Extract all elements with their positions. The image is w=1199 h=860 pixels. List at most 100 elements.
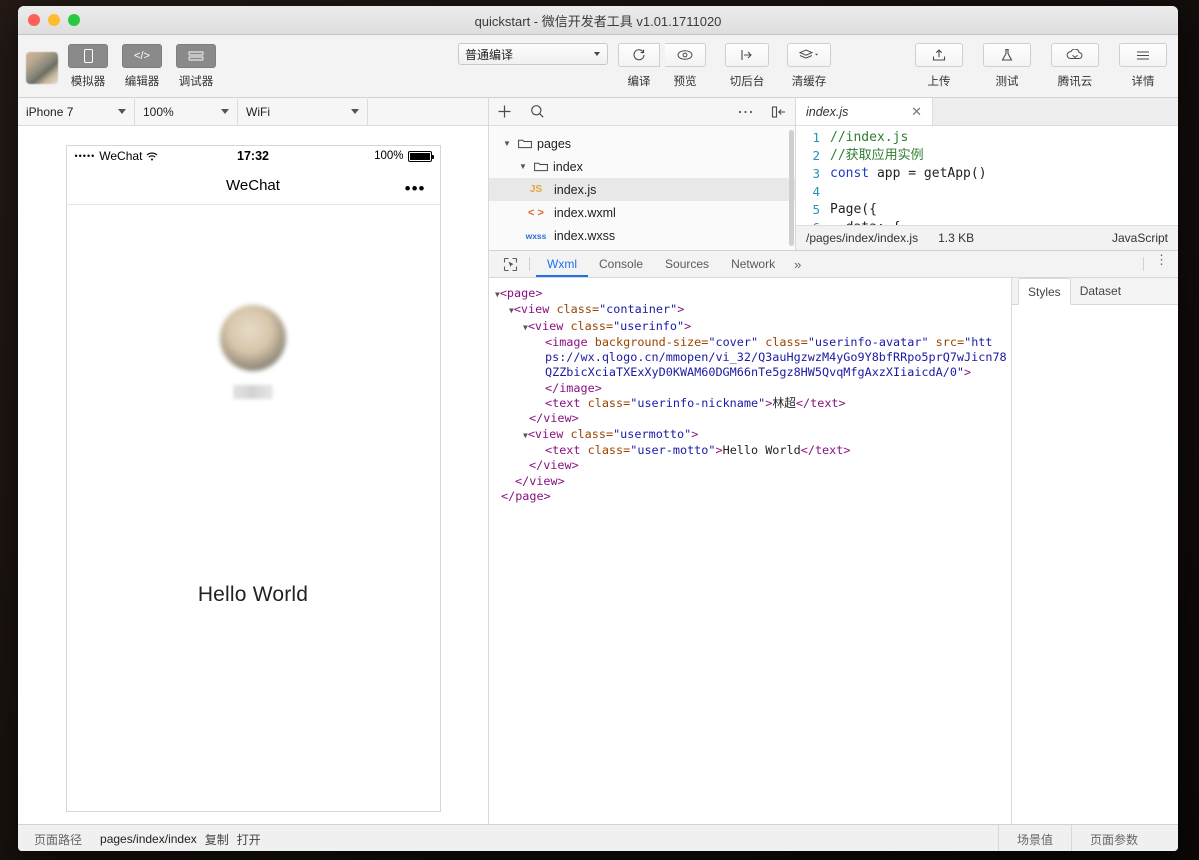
tree-node-index-js[interactable]: JS index.js bbox=[489, 178, 795, 201]
compile-label: 编译 bbox=[628, 73, 651, 89]
code-area[interactable]: 1//index.js 2//获取应用实例 3const app = getAp… bbox=[796, 126, 1178, 225]
code-line: 2//获取应用实例 bbox=[796, 147, 1178, 165]
wxml-value: "container" bbox=[599, 302, 677, 316]
page-params-button[interactable]: 页面参数 bbox=[1071, 825, 1156, 851]
toggle-debugger-button[interactable]: 调试器 bbox=[172, 44, 220, 89]
tree-node-index-wxml[interactable]: < > index.wxml bbox=[489, 201, 795, 224]
app-window: quickstart - 微信开发者工具 v1.01.1711020 模拟器 <… bbox=[18, 6, 1178, 851]
tencent-cloud-button[interactable]: 腾讯云 bbox=[1050, 43, 1100, 89]
tree-node-pages[interactable]: ▼ pages bbox=[489, 132, 795, 155]
wxml-line: ▼<page> bbox=[495, 286, 1011, 302]
right-column: ▼ pages ▼ index bbox=[489, 98, 1178, 824]
code-line: 3const app = getApp() bbox=[796, 165, 1178, 183]
chevron-down-icon[interactable]: ▼ bbox=[517, 162, 529, 171]
toggle-simulator-label: 模拟器 bbox=[71, 73, 106, 89]
wxml-tag: > bbox=[691, 427, 698, 441]
code-text: data: { bbox=[830, 219, 900, 225]
network-select[interactable]: WiFi bbox=[238, 99, 368, 125]
toggle-simulator-button[interactable]: 模拟器 bbox=[64, 44, 112, 89]
wxml-tag: <view bbox=[528, 319, 571, 333]
phone-nav-bar: WeChat ••• bbox=[67, 166, 440, 205]
copy-link[interactable]: 复制 bbox=[205, 831, 229, 848]
compile-button[interactable]: 编译 bbox=[616, 43, 662, 89]
devtools-more-tabs[interactable]: » bbox=[786, 257, 809, 272]
details-button[interactable]: 详情 bbox=[1118, 43, 1168, 89]
phone-menu-icon[interactable]: ••• bbox=[405, 179, 426, 199]
inspect-element-icon[interactable] bbox=[497, 257, 523, 272]
background-button[interactable]: 切后台 bbox=[724, 43, 770, 89]
close-icon[interactable]: ✕ bbox=[911, 104, 922, 120]
chevron-down-icon bbox=[221, 109, 229, 114]
tree-node-index-wxss[interactable]: wxss index.wxss bbox=[489, 224, 795, 247]
editor-tab-index-js[interactable]: index.js ✕ bbox=[796, 98, 933, 125]
tencent-cloud-label: 腾讯云 bbox=[1058, 73, 1093, 89]
bottom-status-bar: 页面路径 pages/index/index 复制 打开 场景值 页面参数 bbox=[18, 824, 1178, 851]
wxml-tag: </text> bbox=[801, 443, 851, 457]
code-icon: </> bbox=[122, 44, 162, 68]
zoom-select[interactable]: 100% bbox=[135, 99, 238, 125]
tree-node-index-folder[interactable]: ▼ index bbox=[489, 155, 795, 178]
toggle-editor-button[interactable]: </> 编辑器 bbox=[118, 44, 166, 89]
tab-styles[interactable]: Styles bbox=[1018, 278, 1071, 305]
scene-value-button[interactable]: 场景值 bbox=[998, 825, 1071, 851]
close-button[interactable] bbox=[28, 14, 40, 26]
devtools-tab-wxml[interactable]: Wxml bbox=[536, 252, 588, 277]
devtools-panel: Wxml Console Sources Network » ⋮ ▼<page>… bbox=[489, 251, 1178, 824]
layers-icon bbox=[787, 43, 831, 67]
test-button[interactable]: 测试 bbox=[982, 43, 1032, 89]
maximize-button[interactable] bbox=[68, 14, 80, 26]
wxml-line: </view> bbox=[495, 474, 1011, 489]
wxml-tag: > bbox=[964, 365, 971, 379]
devtools-tab-network[interactable]: Network bbox=[720, 252, 786, 277]
upload-label: 上传 bbox=[928, 73, 951, 89]
clear-cache-label: 清缓存 bbox=[792, 73, 827, 89]
minimize-button[interactable] bbox=[48, 14, 60, 26]
chevron-down-icon[interactable]: ▼ bbox=[501, 139, 513, 148]
wxml-attr: class= bbox=[588, 396, 631, 410]
more-options-icon[interactable]: ⋮ bbox=[1155, 255, 1168, 264]
code-text: //获取应用实例 bbox=[830, 147, 924, 165]
zoom-select-value: 100% bbox=[143, 105, 174, 119]
wxml-tag: > bbox=[684, 319, 691, 333]
compile-mode-value: 普通编译 bbox=[465, 46, 513, 63]
wxml-tag: </view> bbox=[515, 474, 565, 488]
device-select[interactable]: iPhone 7 bbox=[18, 99, 135, 125]
editor-tab-label: index.js bbox=[806, 105, 848, 119]
tree-node-label: pages bbox=[537, 137, 571, 151]
open-link[interactable]: 打开 bbox=[237, 831, 261, 848]
devtools-tab-console[interactable]: Console bbox=[588, 252, 654, 277]
wxml-value: "userinfo-nickname" bbox=[630, 396, 765, 410]
plus-icon[interactable] bbox=[497, 104, 512, 119]
title-bar: quickstart - 微信开发者工具 v1.01.1711020 bbox=[18, 6, 1178, 35]
wxml-line: QZZbicXciaTXExXyD0KWAM60DGM66nTe5gz8HW5Q… bbox=[495, 365, 1011, 380]
wxml-attr: src= bbox=[936, 335, 964, 349]
page-path-label: 页面路径 bbox=[34, 831, 82, 848]
network-select-value: WiFi bbox=[246, 105, 270, 119]
wxml-line: </view> bbox=[495, 411, 1011, 426]
wxml-tag: <view bbox=[514, 302, 557, 316]
compile-mode-select[interactable]: 普通编译 bbox=[458, 43, 608, 65]
editor-file-path: /pages/index/index.js bbox=[806, 231, 918, 245]
more-icon[interactable] bbox=[738, 109, 753, 115]
wxml-tag: <view bbox=[528, 427, 571, 441]
toggle-debugger-label: 调试器 bbox=[179, 73, 214, 89]
line-number: 6 bbox=[796, 219, 830, 225]
preview-button[interactable]: 预览 bbox=[662, 43, 708, 89]
collapse-panel-icon[interactable] bbox=[771, 105, 787, 119]
wxml-tree[interactable]: ▼<page> ▼<view class="container"> ▼<view… bbox=[489, 278, 1012, 824]
device-select-value: iPhone 7 bbox=[26, 105, 73, 119]
devtools-tab-sources[interactable]: Sources bbox=[654, 252, 720, 277]
search-icon[interactable] bbox=[530, 104, 545, 119]
user-motto: Hello World bbox=[198, 583, 308, 607]
upload-button[interactable]: 上传 bbox=[914, 43, 964, 89]
code-text: app = getApp() bbox=[869, 165, 986, 183]
wxml-tag: <text bbox=[545, 396, 588, 410]
tab-dataset[interactable]: Dataset bbox=[1071, 278, 1130, 304]
user-avatar[interactable] bbox=[26, 52, 58, 84]
clear-cache-button[interactable]: 清缓存 bbox=[786, 43, 832, 89]
editor-tab-bar: index.js ✕ bbox=[796, 98, 1178, 126]
wxml-tag: > bbox=[715, 443, 722, 457]
wxml-line: ps://wx.qlogo.cn/mmopen/vi_32/Q3auHgzwzM… bbox=[495, 350, 1011, 365]
file-tree-scrollbar[interactable] bbox=[789, 130, 794, 246]
devtools-body: ▼<page> ▼<view class="container"> ▼<view… bbox=[489, 278, 1178, 824]
